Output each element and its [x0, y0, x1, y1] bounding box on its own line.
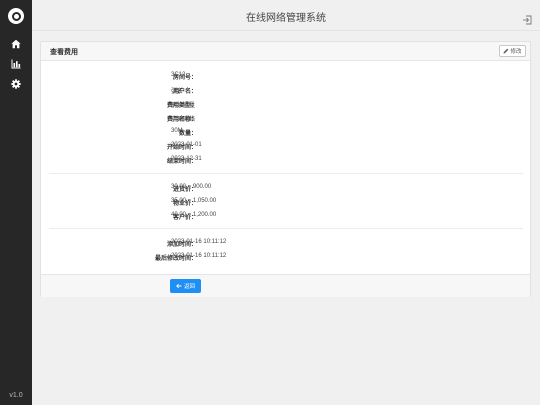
section-divider [49, 173, 523, 174]
user-name-value: 张名 [171, 89, 184, 95]
edit-button-label: 修改 [510, 49, 522, 55]
modified-time-value: 2023-01-16 10:11:12 [171, 253, 227, 259]
end-time-value: 2023-12-31 [171, 156, 202, 162]
section-divider [49, 228, 523, 229]
card-header: 查看费用 修改 [41, 42, 530, 61]
fee-name-value: 中国网络 [171, 117, 196, 123]
start-time-value: 2023-01-01 [171, 142, 202, 148]
room-no-value: 3C12 [171, 72, 186, 78]
back-button-label: 返回 [183, 284, 195, 290]
detail-row-user-name: 用户名： 张名 [41, 85, 532, 95]
fee-type-value: 网络流量 [171, 103, 196, 109]
gear-icon[interactable] [10, 78, 22, 90]
price-row-property: 物业价： 35.00 = 1,050.00 [41, 197, 532, 207]
detail-row-fee-name: 费用名称： 中国网络 [41, 113, 532, 123]
price-row-customer: 客户价： 40.00 = 1,200.00 [41, 211, 532, 221]
detail-row-fee-type: 费用类型： 网络流量 [41, 99, 532, 109]
card-title: 查看费用 [50, 48, 78, 56]
detail-row-room-no: 房间号： 3C12 [41, 71, 532, 81]
pencil-icon [503, 48, 509, 54]
cost-price-value: 30.00 = 900.00 [171, 184, 212, 190]
back-button[interactable]: 返回 [170, 279, 201, 293]
home-icon[interactable] [10, 38, 22, 50]
detail-row-quantity: 数量： 30M [41, 127, 532, 137]
bar-chart-icon[interactable] [10, 58, 22, 70]
detail-row-start-time: 开始时间： 2023-01-01 [41, 141, 532, 151]
logout-icon[interactable] [522, 10, 532, 25]
card-footer: 返回 [41, 274, 530, 297]
quantity-value: 30M [171, 128, 183, 134]
price-row-cost: 进货价： 30.00 = 900.00 [41, 183, 532, 193]
customer-price-value: 40.00 = 1,200.00 [171, 212, 217, 218]
time-row-modified: 最后修改时间： 2023-01-16 10:11:12 [41, 252, 532, 262]
property-price-value: 35.00 = 1,050.00 [171, 198, 217, 204]
edit-button[interactable]: 修改 [499, 45, 526, 57]
app-title: 在线网络管理系统 [246, 13, 326, 24]
top-bar: 在线网络管理系统 [32, 0, 540, 31]
time-row-added: 添加时间： 2023-01-16 10:11:12 [41, 238, 532, 248]
fee-detail-card: 查看费用 修改 房间号： 3C12 用户名： 张名 费用类型： 网络流量 费用名… [40, 41, 531, 297]
arrow-left-icon [176, 283, 182, 289]
app-logo[interactable] [8, 8, 24, 24]
sidebar: v1.0 [0, 0, 32, 405]
app-version: v1.0 [9, 392, 23, 399]
detail-row-end-time: 结束时间： 2023-12-31 [41, 155, 532, 165]
added-time-value: 2023-01-16 10:11:12 [171, 239, 227, 245]
